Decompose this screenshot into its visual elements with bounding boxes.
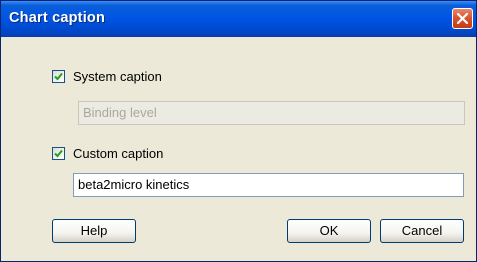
custom-caption-input[interactable]: beta2micro kinetics (73, 173, 464, 197)
checkmark-icon (54, 149, 63, 158)
checkmark-icon (54, 72, 63, 81)
system-caption-option[interactable]: System caption (52, 69, 162, 84)
title-bar[interactable]: Chart caption (1, 1, 476, 37)
custom-caption-label: Custom caption (73, 146, 164, 161)
dialog-title: Chart caption (9, 10, 106, 26)
custom-caption-checkbox[interactable] (52, 147, 65, 160)
custom-caption-option[interactable]: Custom caption (52, 146, 163, 161)
ok-button[interactable]: OK (287, 219, 371, 243)
help-button[interactable]: Help (52, 219, 136, 243)
close-button[interactable] (452, 8, 473, 29)
system-caption-checkbox[interactable] (52, 70, 65, 83)
system-caption-field: Binding level (78, 101, 465, 125)
system-caption-label: System caption (73, 69, 162, 84)
cancel-button[interactable]: Cancel (380, 219, 464, 243)
chart-caption-dialog: Chart caption System caption Binding lev… (0, 0, 477, 262)
close-icon (456, 12, 469, 25)
